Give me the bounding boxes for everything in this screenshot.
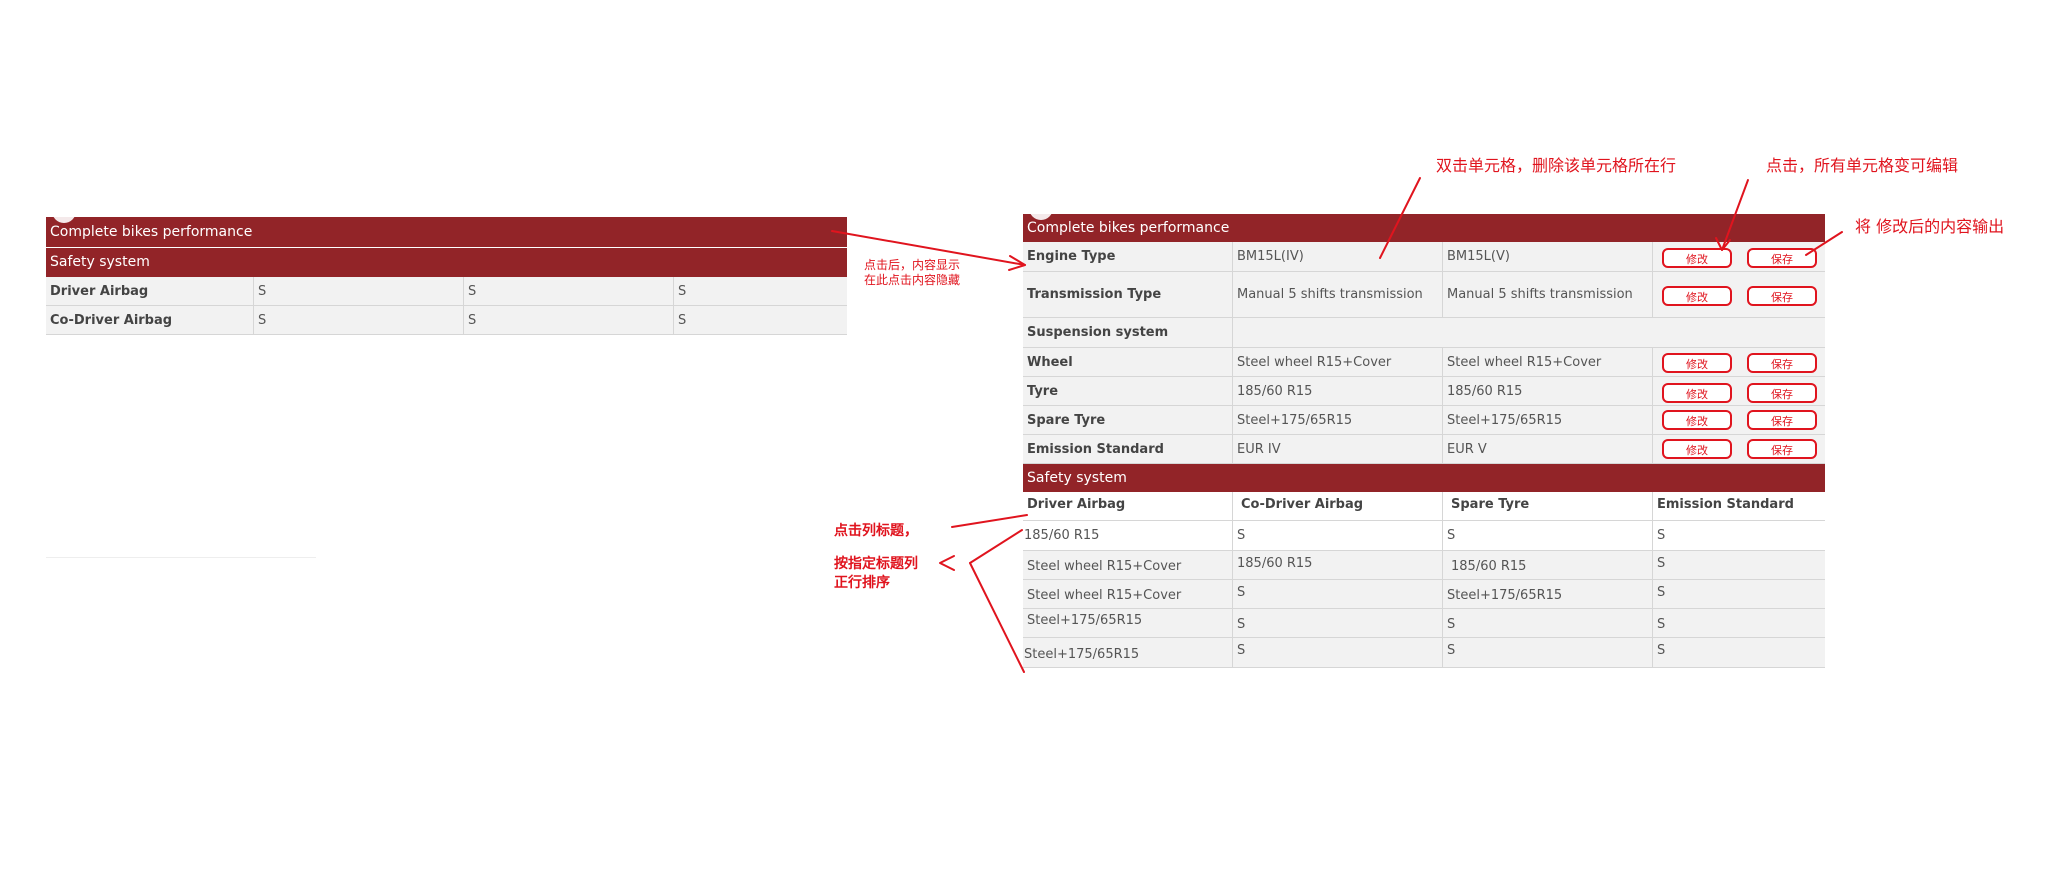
arrow-edit xyxy=(1721,179,1749,251)
arrow-sort-header xyxy=(951,514,1028,528)
arrow-sort-b xyxy=(969,562,1025,673)
arrow-delete xyxy=(1379,177,1421,259)
arrow-toggle xyxy=(831,230,1026,266)
annotation-arrows xyxy=(831,177,1843,673)
arrow-sort-head xyxy=(939,555,955,571)
arrow-edit-head xyxy=(1715,237,1731,251)
arrow-output xyxy=(1805,231,1843,256)
arrow-sort-a xyxy=(969,529,1023,564)
